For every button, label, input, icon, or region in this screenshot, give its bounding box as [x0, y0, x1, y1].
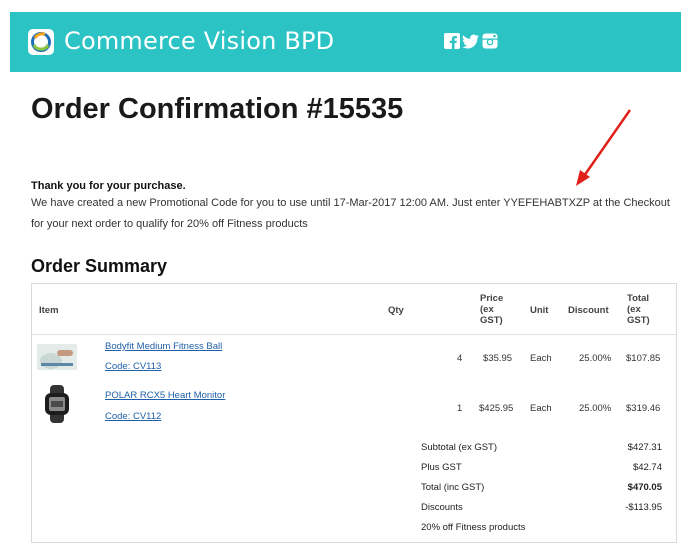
- order-summary-heading: Order Summary: [31, 256, 168, 276]
- order-summary-table: Item Qty Price (ex GST) Unit Discount To…: [31, 283, 677, 543]
- header-total: Total (ex GST): [627, 293, 650, 326]
- qty-row-1: 4: [457, 353, 463, 364]
- fitness-ball-thumbnail: [37, 344, 77, 370]
- instagram-icon[interactable]: [482, 33, 498, 49]
- header-divider: [32, 334, 676, 335]
- thank-you-text: Thank you for your purchase.: [31, 180, 186, 192]
- discount-row-2: 25.00%: [579, 403, 612, 414]
- promotion-label: 20% off Fitness products: [421, 522, 526, 533]
- product-code-row-1[interactable]: Code: CV113: [105, 361, 161, 372]
- total-inc-gst-value: $470.05: [627, 482, 662, 493]
- email-frame: Commerce Vision BPD Order Confirmation #…: [10, 12, 681, 555]
- subtotal-label: Subtotal (ex GST): [421, 442, 498, 453]
- facebook-icon[interactable]: [444, 33, 460, 49]
- discount-row-1: 25.00%: [579, 353, 612, 364]
- price-row-1: $35.95: [483, 353, 513, 364]
- discounts-label: Discounts: [421, 502, 463, 513]
- header-price: Price (ex GST): [480, 293, 504, 326]
- header-item: Item: [39, 305, 59, 316]
- unit-row-1: Each: [530, 353, 552, 364]
- product-link-row-1[interactable]: Bodyfit Medium Fitness Ball: [105, 341, 222, 352]
- total-row-2: $319.46: [626, 403, 661, 414]
- header-bar: Commerce Vision BPD: [10, 12, 681, 72]
- product-link-row-2[interactable]: POLAR RCX5 Heart Monitor: [105, 390, 225, 401]
- red-arrow-annotation: [576, 109, 632, 186]
- product-code-row-2[interactable]: Code: CV112: [105, 411, 161, 422]
- qty-row-2: 1: [457, 403, 463, 414]
- total-row-1: $107.85: [626, 353, 661, 364]
- header-unit: Unit: [530, 305, 549, 316]
- header-discount: Discount: [568, 305, 609, 316]
- gst-value: $42.74: [632, 462, 662, 473]
- brand-name: Commerce Vision BPD: [64, 27, 335, 55]
- heart-monitor-thumbnail: [45, 385, 69, 423]
- total-inc-gst-label: Total (inc GST): [421, 482, 485, 493]
- price-row-2: $425.95: [479, 403, 514, 414]
- unit-row-2: Each: [530, 403, 552, 414]
- brand-logo-icon: [28, 29, 54, 55]
- twitter-icon[interactable]: [462, 33, 480, 49]
- promo-message: We have created a new Promotional Code f…: [31, 197, 670, 230]
- social-links: [444, 33, 498, 49]
- subtotal-value: $427.31: [627, 442, 662, 453]
- page-title: Order Confirmation #15535: [31, 93, 404, 125]
- discounts-value: -$113.95: [625, 502, 662, 513]
- header-qty: Qty: [388, 305, 404, 316]
- gst-label: Plus GST: [421, 462, 462, 473]
